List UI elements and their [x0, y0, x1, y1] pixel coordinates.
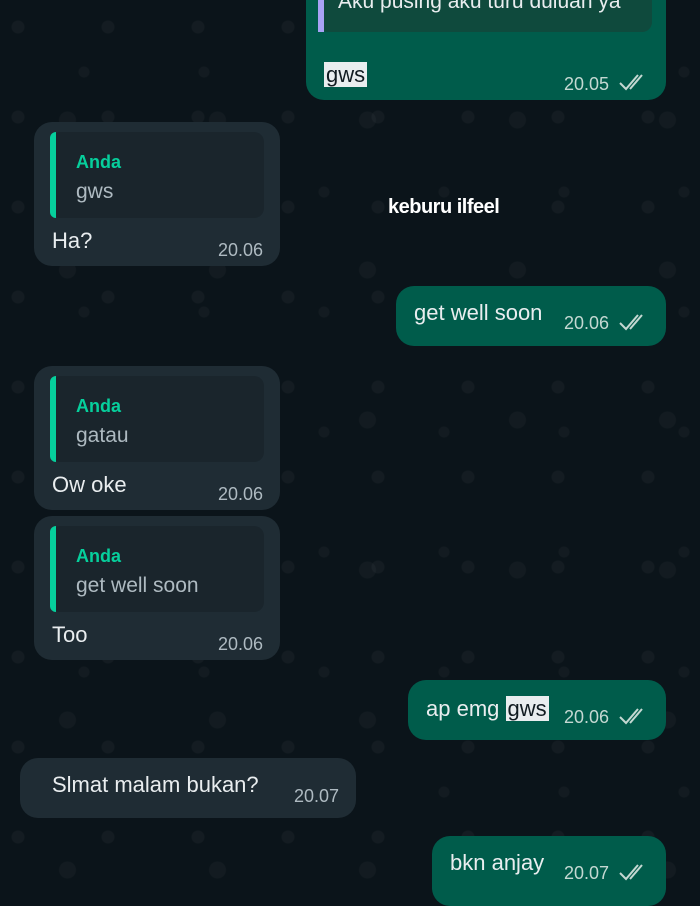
message-incoming[interactable]: Anda gatau Ow oke 20.06: [34, 366, 280, 510]
quote-bar: [318, 0, 324, 32]
message-text: Slmat malam bukan?: [52, 772, 259, 797]
message-time: 20.06: [218, 634, 264, 654]
highlighted-text: gws: [505, 696, 549, 721]
quote-bar: [50, 132, 56, 218]
message-text: Ow oke: [52, 472, 127, 497]
message-incoming[interactable]: Slmat malam bukan? 20.07: [20, 758, 356, 818]
quote-sender: Anda: [76, 546, 121, 566]
reply-quote[interactable]: Aku pusing aku turu duluan ya: [318, 0, 652, 32]
message-outgoing[interactable]: ap emg gws 20.06: [408, 680, 666, 740]
double-check-icon: [619, 864, 643, 881]
message-time: 20.06: [564, 313, 610, 333]
message-incoming[interactable]: Anda get well soon Too 20.06: [34, 516, 280, 660]
quote-text: Aku pusing aku turu duluan ya: [338, 0, 621, 13]
message-text-prefix: ap emg: [426, 696, 506, 721]
quote-text: get well soon: [76, 574, 199, 597]
double-check-icon: [619, 74, 643, 91]
message-text: Too: [52, 622, 88, 647]
reply-quote[interactable]: Anda get well soon: [50, 526, 264, 612]
quote-sender: Anda: [76, 152, 121, 172]
message-time: 20.06: [218, 240, 264, 260]
highlighted-text: gws: [324, 62, 368, 87]
quote-bar: [50, 376, 56, 462]
message-text: gws: [324, 62, 368, 88]
double-check-icon: [619, 708, 643, 725]
reply-quote[interactable]: Anda gws: [50, 132, 264, 218]
overlay-caption: keburu ilfeel: [388, 196, 500, 218]
message-time: 20.06: [564, 707, 610, 727]
message-time: 20.07: [564, 863, 610, 883]
quote-text: gatau: [76, 424, 129, 447]
quote-bar: [50, 526, 56, 612]
message-text: bkn anjay: [450, 850, 545, 875]
message-text: get well soon: [414, 300, 543, 325]
message-time: 20.06: [218, 484, 264, 504]
message-outgoing[interactable]: bkn anjay 20.07: [432, 836, 666, 906]
message-text: ap emg gws: [426, 696, 549, 722]
message-outgoing[interactable]: get well soon 20.06: [396, 286, 666, 346]
message-time: 20.05: [564, 74, 610, 94]
message-incoming[interactable]: Anda gws Ha? 20.06: [34, 122, 280, 266]
double-check-icon: [619, 314, 643, 331]
quote-text: gws: [76, 180, 114, 203]
message-text: Ha?: [52, 228, 93, 253]
message-time: 20.07: [294, 786, 340, 806]
message-outgoing[interactable]: Aku pusing aku turu duluan ya gws 20.05: [306, 0, 666, 100]
reply-quote[interactable]: Anda gatau: [50, 376, 264, 462]
quote-sender: Anda: [76, 396, 121, 416]
